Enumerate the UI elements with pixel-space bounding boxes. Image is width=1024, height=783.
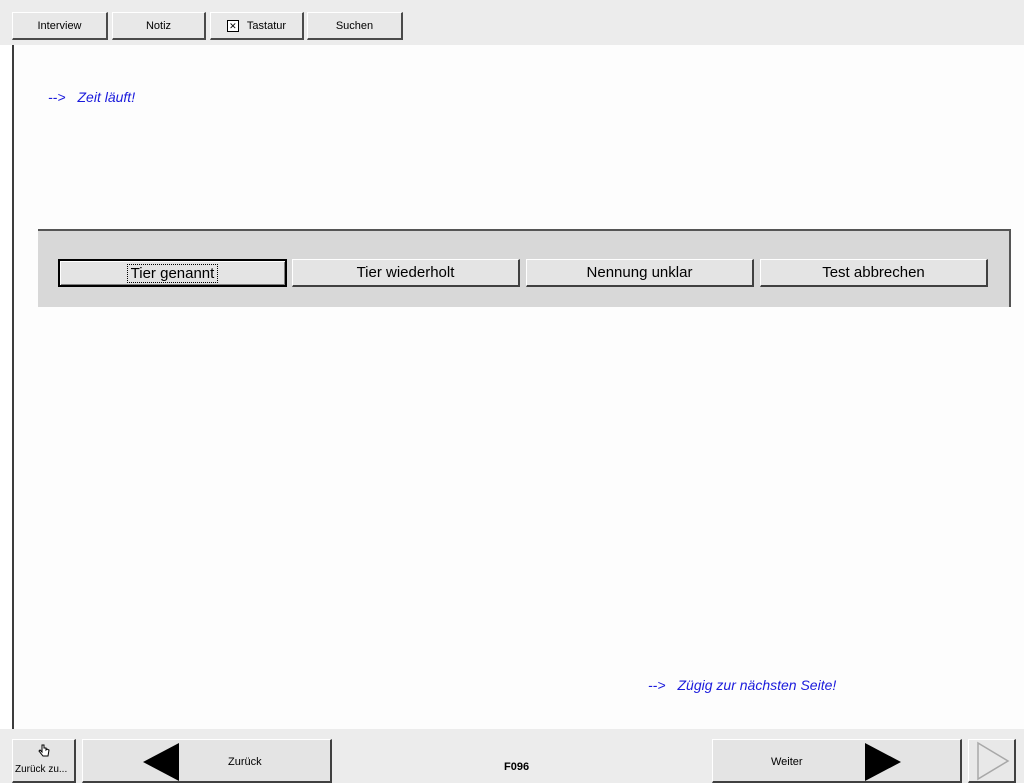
answer-tier-genannt-button[interactable]: Tier genannt [58,259,287,287]
triangle-left-icon [143,743,179,781]
triangle-right-icon [865,743,901,781]
next-button[interactable]: Weiter [712,739,962,783]
answer-label: Test abbrechen [822,264,925,281]
tastatur-label: Tastatur [246,19,287,32]
answer-label: Tier genannt [126,263,219,283]
next-label: Weiter [771,756,803,768]
timer-hint-text: Zeit läuft! [77,89,136,105]
hint-arrow: --> [48,89,66,105]
back-to-button[interactable]: Zurück zu... [12,739,76,783]
next-page-hint: --> Zügig zur nächsten Seite! [648,677,836,693]
back-button[interactable]: Zurück [82,739,332,783]
page-code: F096 [504,761,530,773]
question-area: --> Zeit läuft! Tier genannt Tier wiederh… [12,45,1024,729]
answer-tier-wiederholt-button[interactable]: Tier wiederholt [292,259,520,287]
notiz-label: Notiz [145,19,172,32]
navigation-bar: Zurück zu... Zurück F096 Weiter [0,729,1024,783]
suchen-button[interactable]: Suchen [307,12,403,40]
checkbox-icon[interactable]: ✕ [226,19,239,32]
answer-label: Tier wiederholt [356,264,455,281]
top-toolbar: Interview Notiz ✕ Tastatur Suchen [0,0,1024,45]
hand-pointer-icon [38,744,50,757]
answer-label: Nennung unklar [586,264,693,281]
suchen-label: Suchen [335,19,374,32]
back-label: Zurück [228,756,262,768]
interview-button[interactable]: Interview [12,12,108,40]
back-to-label: Zurück zu... [15,764,68,775]
timer-hint: --> Zeit läuft! [48,89,135,105]
triangle-right-outline-icon [977,741,1010,781]
interview-label: Interview [37,19,82,32]
answer-panel: Tier genannt Tier wiederholt Nennung unk… [38,229,1011,307]
forward-disabled-button[interactable] [968,739,1016,783]
next-page-hint-text: Zügig zur nächsten Seite! [677,677,837,693]
notiz-button[interactable]: Notiz [112,12,206,40]
answer-nennung-unklar-button[interactable]: Nennung unklar [526,259,754,287]
answer-test-abbrechen-button[interactable]: Test abbrechen [760,259,988,287]
tastatur-toggle[interactable]: ✕ Tastatur [210,12,304,40]
hint-arrow: --> [648,677,666,693]
